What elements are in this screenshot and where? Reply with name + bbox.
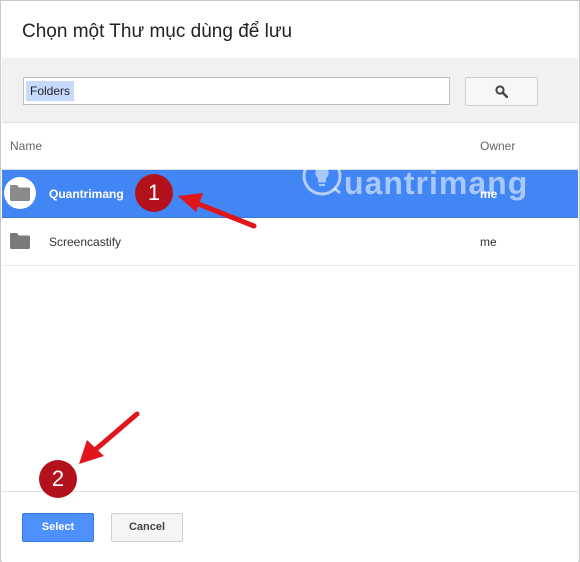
select-button[interactable]: Select: [22, 513, 94, 542]
cancel-button[interactable]: Cancel: [111, 513, 183, 542]
dialog-footer: Select Cancel: [2, 491, 578, 562]
folder-picker-dialog: Chọn một Thư mục dùng để lưu Folders Nam…: [0, 0, 580, 562]
search-button[interactable]: [465, 77, 538, 106]
folder-icon: [10, 185, 30, 201]
step-badge-1: 1: [135, 174, 173, 212]
step-badge-2: 2: [39, 460, 77, 498]
search-icon: [495, 85, 508, 98]
watermark-lightbulb-icon: [302, 156, 342, 196]
folder-icon: [10, 233, 30, 249]
watermark-text: uantrimang: [344, 165, 529, 201]
search-bar: Folders: [2, 58, 578, 123]
folder-name: Screencastify: [49, 235, 122, 249]
folder-name: Quantrimang: [49, 187, 124, 201]
folder-owner: me: [480, 235, 497, 249]
search-input[interactable]: Folders: [23, 77, 450, 105]
column-name[interactable]: Name: [10, 139, 42, 153]
column-header: Name Owner: [2, 123, 578, 170]
dialog-title: Chọn một Thư mục dùng để lưu: [22, 21, 293, 42]
column-owner[interactable]: Owner: [480, 139, 515, 153]
search-chip-folders[interactable]: Folders: [26, 81, 75, 101]
folder-row-screencastify[interactable]: Screencastify me: [2, 218, 578, 266]
